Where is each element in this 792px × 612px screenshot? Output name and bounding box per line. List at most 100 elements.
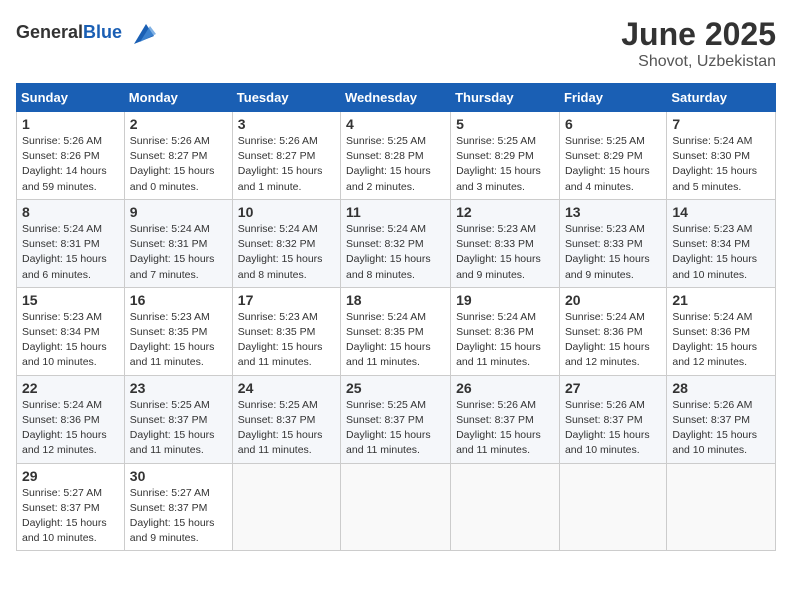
cell-content: Sunrise: 5:26 AMSunset: 8:27 PMDaylight:… xyxy=(238,134,335,195)
cell-content: Sunrise: 5:25 AMSunset: 8:29 PMDaylight:… xyxy=(456,134,554,195)
week-row-2: 8 Sunrise: 5:24 AMSunset: 8:31 PMDaylight… xyxy=(17,199,776,287)
day-number: 7 xyxy=(672,116,770,132)
cell-content: Sunrise: 5:26 AMSunset: 8:27 PMDaylight:… xyxy=(130,134,227,195)
cell-content: Sunrise: 5:24 AMSunset: 8:36 PMDaylight:… xyxy=(565,310,661,371)
logo-general: General xyxy=(16,22,83,42)
calendar-cell xyxy=(451,463,560,551)
day-number: 5 xyxy=(456,116,554,132)
day-number: 22 xyxy=(22,380,119,396)
day-number: 2 xyxy=(130,116,227,132)
calendar-cell: 6 Sunrise: 5:25 AMSunset: 8:29 PMDaylight… xyxy=(559,112,666,200)
day-number: 25 xyxy=(346,380,445,396)
calendar-cell: 29 Sunrise: 5:27 AMSunset: 8:37 PMDayligh… xyxy=(17,463,125,551)
cell-content: Sunrise: 5:23 AMSunset: 8:35 PMDaylight:… xyxy=(130,310,227,371)
day-number: 13 xyxy=(565,204,661,220)
day-number: 6 xyxy=(565,116,661,132)
calendar-cell: 28 Sunrise: 5:26 AMSunset: 8:37 PMDayligh… xyxy=(667,375,776,463)
weekday-header-friday: Friday xyxy=(559,84,666,112)
calendar-cell: 11Sunrise: 5:24 AMSunset: 8:32 PMDayligh… xyxy=(341,199,451,287)
weekday-header-monday: Monday xyxy=(124,84,232,112)
calendar-cell: 12Sunrise: 5:23 AMSunset: 8:33 PMDayligh… xyxy=(451,199,560,287)
calendar-cell: 3Sunrise: 5:26 AMSunset: 8:27 PMDaylight… xyxy=(232,112,340,200)
calendar-cell: 5 Sunrise: 5:25 AMSunset: 8:29 PMDaylight… xyxy=(451,112,560,200)
calendar-cell: 27 Sunrise: 5:26 AMSunset: 8:37 PMDayligh… xyxy=(559,375,666,463)
weekday-header-tuesday: Tuesday xyxy=(232,84,340,112)
month-title: June 2025 xyxy=(621,16,776,53)
cell-content: Sunrise: 5:23 AMSunset: 8:34 PMDaylight:… xyxy=(672,222,770,283)
cell-content: Sunrise: 5:24 AMSunset: 8:30 PMDaylight:… xyxy=(672,134,770,195)
day-number: 26 xyxy=(456,380,554,396)
calendar-cell: 25 Sunrise: 5:25 AMSunset: 8:37 PMDayligh… xyxy=(341,375,451,463)
logo-blue: Blue xyxy=(83,22,122,42)
calendar-cell: 8 Sunrise: 5:24 AMSunset: 8:31 PMDaylight… xyxy=(17,199,125,287)
day-number: 17 xyxy=(238,292,335,308)
calendar-cell: 30Sunrise: 5:27 AMSunset: 8:37 PMDayligh… xyxy=(124,463,232,551)
day-number: 15 xyxy=(22,292,119,308)
day-number: 29 xyxy=(22,468,119,484)
logo-icon xyxy=(124,16,156,48)
weekday-header-row: SundayMondayTuesdayWednesdayThursdayFrid… xyxy=(17,84,776,112)
week-row-5: 29 Sunrise: 5:27 AMSunset: 8:37 PMDayligh… xyxy=(17,463,776,551)
cell-content: Sunrise: 5:25 AMSunset: 8:37 PMDaylight:… xyxy=(238,398,335,459)
cell-content: Sunrise: 5:24 AMSunset: 8:35 PMDaylight:… xyxy=(346,310,445,371)
week-row-4: 22 Sunrise: 5:24 AMSunset: 8:36 PMDayligh… xyxy=(17,375,776,463)
calendar-cell: 15Sunrise: 5:23 AMSunset: 8:34 PMDayligh… xyxy=(17,287,125,375)
week-row-1: 1 Sunrise: 5:26 AMSunset: 8:26 PMDaylight… xyxy=(17,112,776,200)
calendar-cell: 17 Sunrise: 5:23 AMSunset: 8:35 PMDayligh… xyxy=(232,287,340,375)
title-area: June 2025 Shovot, Uzbekistan xyxy=(621,16,776,71)
cell-content: Sunrise: 5:26 AMSunset: 8:37 PMDaylight:… xyxy=(672,398,770,459)
cell-content: Sunrise: 5:24 AMSunset: 8:32 PMDaylight:… xyxy=(346,222,445,283)
cell-content: Sunrise: 5:25 AMSunset: 8:37 PMDaylight:… xyxy=(130,398,227,459)
location-title: Shovot, Uzbekistan xyxy=(621,53,776,71)
cell-content: Sunrise: 5:26 AMSunset: 8:37 PMDaylight:… xyxy=(456,398,554,459)
calendar-cell: 9 Sunrise: 5:24 AMSunset: 8:31 PMDaylight… xyxy=(124,199,232,287)
calendar-cell: 14 Sunrise: 5:23 AMSunset: 8:34 PMDayligh… xyxy=(667,199,776,287)
cell-content: Sunrise: 5:24 AMSunset: 8:36 PMDaylight:… xyxy=(456,310,554,371)
calendar-cell: 23 Sunrise: 5:25 AMSunset: 8:37 PMDayligh… xyxy=(124,375,232,463)
cell-content: Sunrise: 5:25 AMSunset: 8:29 PMDaylight:… xyxy=(565,134,661,195)
cell-content: Sunrise: 5:23 AMSunset: 8:35 PMDaylight:… xyxy=(238,310,335,371)
calendar-cell xyxy=(559,463,666,551)
logo: GeneralBlue xyxy=(16,16,156,48)
calendar-cell: 16 Sunrise: 5:23 AMSunset: 8:35 PMDayligh… xyxy=(124,287,232,375)
cell-content: Sunrise: 5:24 AMSunset: 8:31 PMDaylight:… xyxy=(130,222,227,283)
cell-content: Sunrise: 5:24 AMSunset: 8:36 PMDaylight:… xyxy=(22,398,119,459)
calendar-cell xyxy=(341,463,451,551)
calendar-cell: 18 Sunrise: 5:24 AMSunset: 8:35 PMDayligh… xyxy=(341,287,451,375)
day-number: 28 xyxy=(672,380,770,396)
day-number: 16 xyxy=(130,292,227,308)
page-header: GeneralBlue June 2025 Shovot, Uzbekistan xyxy=(16,16,776,71)
day-number: 10 xyxy=(238,204,335,220)
cell-content: Sunrise: 5:26 AMSunset: 8:37 PMDaylight:… xyxy=(565,398,661,459)
cell-content: Sunrise: 5:27 AMSunset: 8:37 PMDaylight:… xyxy=(22,486,119,547)
cell-content: Sunrise: 5:24 AMSunset: 8:31 PMDaylight:… xyxy=(22,222,119,283)
calendar-cell: 20Sunrise: 5:24 AMSunset: 8:36 PMDayligh… xyxy=(559,287,666,375)
day-number: 4 xyxy=(346,116,445,132)
day-number: 8 xyxy=(22,204,119,220)
calendar-cell: 13 Sunrise: 5:23 AMSunset: 8:33 PMDayligh… xyxy=(559,199,666,287)
calendar-cell: 26 Sunrise: 5:26 AMSunset: 8:37 PMDayligh… xyxy=(451,375,560,463)
calendar-cell: 24Sunrise: 5:25 AMSunset: 8:37 PMDayligh… xyxy=(232,375,340,463)
day-number: 19 xyxy=(456,292,554,308)
calendar-cell xyxy=(232,463,340,551)
cell-content: Sunrise: 5:26 AMSunset: 8:26 PMDaylight:… xyxy=(22,134,119,195)
cell-content: Sunrise: 5:24 AMSunset: 8:32 PMDaylight:… xyxy=(238,222,335,283)
day-number: 18 xyxy=(346,292,445,308)
day-number: 23 xyxy=(130,380,227,396)
cell-content: Sunrise: 5:25 AMSunset: 8:37 PMDaylight:… xyxy=(346,398,445,459)
calendar-cell xyxy=(667,463,776,551)
day-number: 27 xyxy=(565,380,661,396)
cell-content: Sunrise: 5:23 AMSunset: 8:33 PMDaylight:… xyxy=(565,222,661,283)
weekday-header-thursday: Thursday xyxy=(451,84,560,112)
calendar-cell: 22 Sunrise: 5:24 AMSunset: 8:36 PMDayligh… xyxy=(17,375,125,463)
calendar-cell: 10 Sunrise: 5:24 AMSunset: 8:32 PMDayligh… xyxy=(232,199,340,287)
day-number: 14 xyxy=(672,204,770,220)
calendar-cell: 1 Sunrise: 5:26 AMSunset: 8:26 PMDaylight… xyxy=(17,112,125,200)
weekday-header-sunday: Sunday xyxy=(17,84,125,112)
cell-content: Sunrise: 5:25 AMSunset: 8:28 PMDaylight:… xyxy=(346,134,445,195)
day-number: 9 xyxy=(130,204,227,220)
weekday-header-wednesday: Wednesday xyxy=(341,84,451,112)
day-number: 21 xyxy=(672,292,770,308)
day-number: 1 xyxy=(22,116,119,132)
cell-content: Sunrise: 5:24 AMSunset: 8:36 PMDaylight:… xyxy=(672,310,770,371)
